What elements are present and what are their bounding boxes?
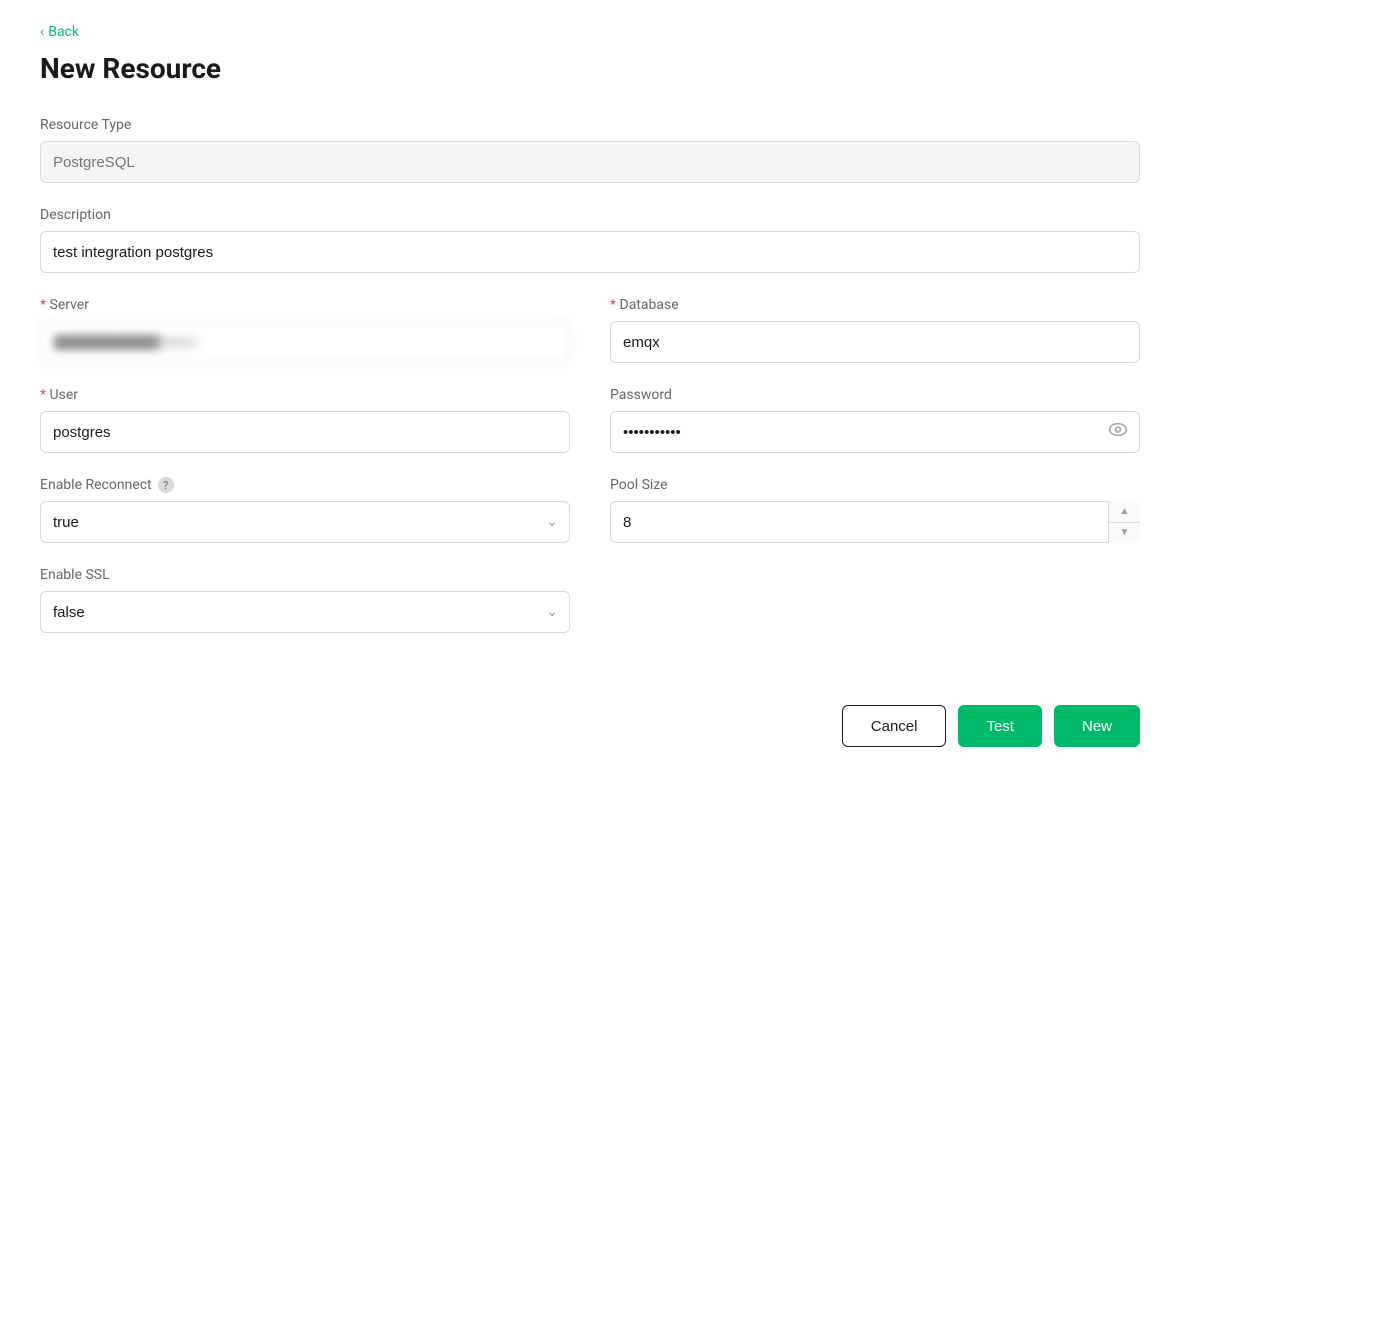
chevron-left-icon: ‹ [40,24,44,40]
enable-ssl-select-wrapper: false true ⌄ [40,591,570,633]
enable-reconnect-label-row: Enable Reconnect ? [40,477,570,493]
enable-ssl-select[interactable]: false true [40,591,570,633]
enable-reconnect-select-wrapper: true false ⌄ [40,501,570,543]
password-group: Password [610,387,1140,453]
page-title: New Resource [40,52,1344,85]
resource-type-group: Resource Type [40,117,1140,183]
user-password-row: User Password [40,387,1140,477]
cancel-button[interactable]: Cancel [842,705,947,747]
test-button[interactable]: Test [958,705,1042,747]
pool-size-spinners: ▲ ▼ [1108,501,1140,543]
enable-ssl-group: Enable SSL false true ⌄ [40,567,570,633]
server-group: Server [40,297,570,363]
back-label: Back [48,24,79,40]
resource-type-label: Resource Type [40,117,1140,133]
pool-size-group: Pool Size ▲ ▼ [610,477,1140,543]
pool-size-input-wrapper: ▲ ▼ [610,501,1140,543]
enable-reconnect-label: Enable Reconnect [40,477,152,493]
enable-reconnect-group: Enable Reconnect ? true false ⌄ [40,477,570,543]
description-input[interactable] [40,231,1140,273]
database-label: Database [610,297,1140,313]
pool-size-increment-button[interactable]: ▲ [1109,501,1140,523]
user-input[interactable] [40,411,570,453]
form-container: Resource Type Description Server Databas… [40,117,1140,747]
server-input[interactable] [40,321,570,363]
reconnect-poolsize-row: Enable Reconnect ? true false ⌄ Pool Siz… [40,477,1140,567]
server-label: Server [40,297,570,313]
enable-ssl-label: Enable SSL [40,567,570,583]
password-label: Password [610,387,1140,403]
toggle-password-icon[interactable] [1108,420,1128,445]
server-database-row: Server Database [40,297,1140,387]
database-input[interactable] [610,321,1140,363]
pool-size-decrement-button[interactable]: ▼ [1109,523,1140,544]
description-label: Description [40,207,1140,223]
description-group: Description [40,207,1140,273]
enable-reconnect-select[interactable]: true false [40,501,570,543]
new-button[interactable]: New [1054,705,1140,747]
database-group: Database [610,297,1140,363]
password-wrapper [610,411,1140,453]
actions-row: Cancel Test New [40,681,1140,747]
back-link[interactable]: ‹ Back [40,24,1344,40]
user-label: User [40,387,570,403]
pool-size-label: Pool Size [610,477,1140,493]
pool-size-input[interactable] [610,501,1140,543]
resource-type-input [40,141,1140,183]
enable-reconnect-help-icon[interactable]: ? [158,477,174,493]
password-input[interactable] [610,411,1140,453]
user-group: User [40,387,570,453]
